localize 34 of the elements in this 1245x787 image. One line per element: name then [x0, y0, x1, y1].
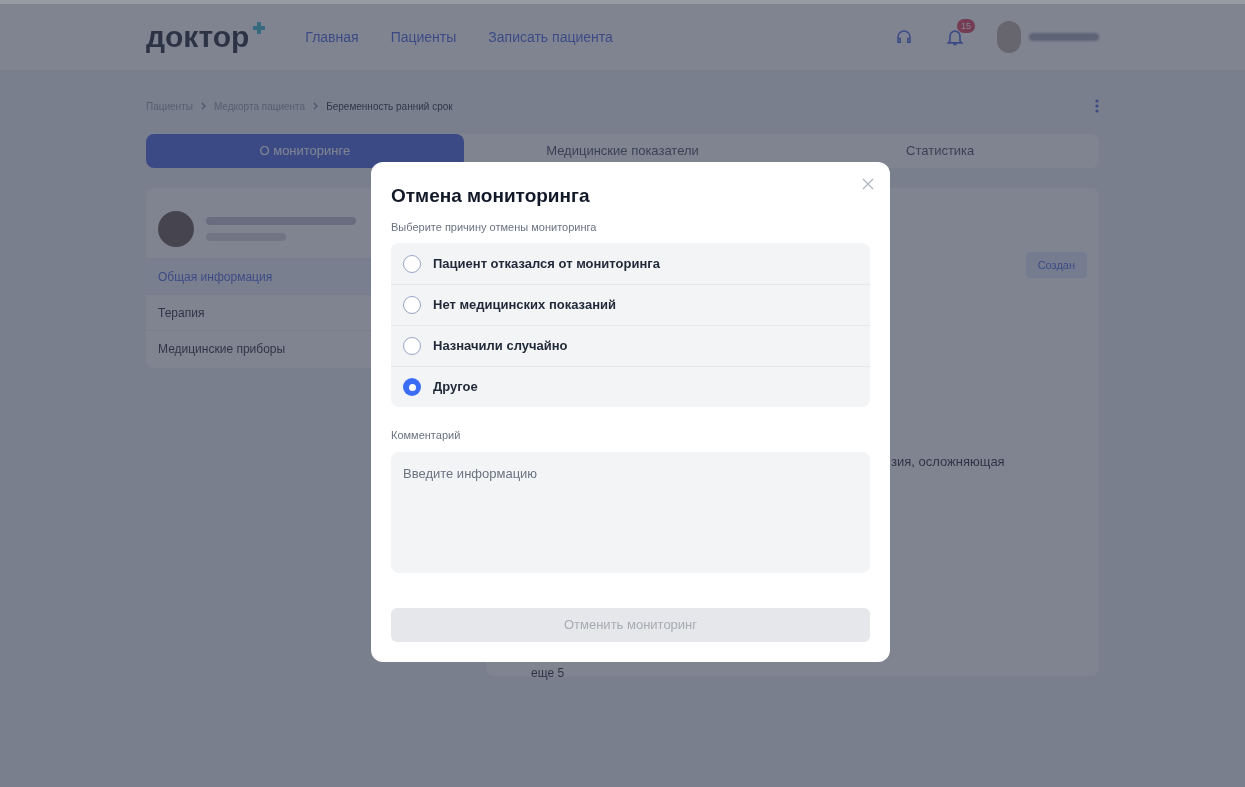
dialog-title: Отмена мониторинга	[391, 184, 591, 208]
reason-option[interactable]: Другое	[391, 366, 870, 407]
radio-button[interactable]	[403, 337, 421, 355]
more-icon[interactable]	[1095, 99, 1099, 113]
nav-link[interactable]: Главная	[305, 26, 359, 48]
comment-field[interactable]: Введите информацию	[391, 451, 870, 573]
chevron-icon	[313, 102, 319, 110]
notification-badge: 15	[957, 19, 975, 33]
dialog-subtitle: Выберите причину отмены мониторинга	[391, 219, 598, 235]
reason-option[interactable]: Нет медицинских показаний	[391, 284, 870, 325]
tab[interactable]: Медицинские показатели	[463, 134, 782, 168]
radio-button[interactable]	[403, 378, 421, 396]
description-text: зия, осложняющая	[891, 453, 1005, 471]
tab[interactable]: Статистика	[781, 134, 1099, 168]
avatar	[158, 211, 194, 247]
bell-icon[interactable]	[945, 27, 965, 47]
headset-icon[interactable]	[895, 28, 913, 46]
more-link[interactable]: еще 5	[531, 665, 565, 680]
logo[interactable]: доктор	[146, 22, 250, 52]
comment-label: Комментарий	[391, 428, 462, 443]
avatar[interactable]	[997, 21, 1021, 53]
breadcrumb-link[interactable]: Беременность ранний срок	[326, 98, 453, 114]
reason-option[interactable]: Пациент отказался от мониторинга	[391, 243, 870, 284]
nav-link[interactable]: Пациенты	[390, 26, 457, 48]
nav-link[interactable]: Записать пациента	[488, 26, 613, 48]
blurred-user-name	[1029, 33, 1099, 41]
chevron-icon	[200, 102, 206, 110]
plus-icon	[253, 22, 266, 34]
reason-option[interactable]: Назначили случайно	[391, 325, 870, 366]
status-button[interactable]: Создан	[1025, 252, 1087, 278]
close-icon[interactable]	[862, 178, 874, 190]
tab[interactable]: О мониторинге	[146, 134, 464, 168]
radio-button[interactable]	[403, 254, 421, 273]
radio-button[interactable]	[403, 296, 421, 314]
